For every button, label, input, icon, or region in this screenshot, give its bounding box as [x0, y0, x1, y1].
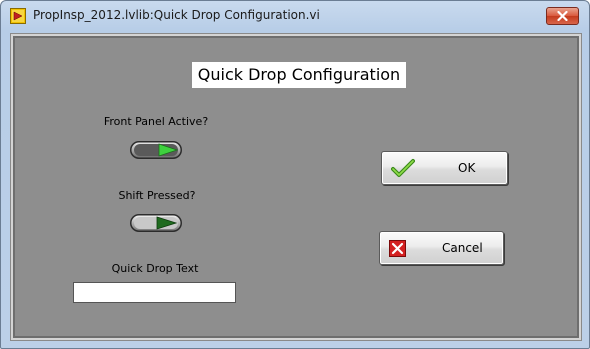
close-icon [557, 11, 568, 21]
cancel-button[interactable]: Cancel [379, 231, 504, 265]
app-window: PropInsp_2012.lvlib:Quick Drop Configura… [0, 0, 590, 349]
title-bar[interactable]: PropInsp_2012.lvlib:Quick Drop Configura… [1, 1, 589, 31]
red-x-icon [389, 240, 406, 257]
panel-heading: Quick Drop Configuration [192, 62, 406, 88]
shift-pressed-label: Shift Pressed? [118, 189, 196, 202]
ok-button-label: OK [458, 161, 476, 175]
checkmark-icon [391, 159, 415, 177]
window-client-area: Quick Drop Configuration Front Panel Act… [10, 33, 582, 341]
front-panel-active-label: Front Panel Active? [103, 115, 209, 128]
shift-pressed-led[interactable] [129, 212, 183, 234]
window-title: PropInsp_2012.lvlib:Quick Drop Configura… [33, 8, 320, 22]
close-button[interactable] [546, 7, 579, 25]
quick-drop-text-label: Quick Drop Text [111, 262, 199, 275]
front-panel-active-led[interactable] [129, 139, 183, 161]
front-panel: Quick Drop Configuration Front Panel Act… [13, 36, 579, 338]
quick-drop-text-input[interactable] [73, 282, 236, 303]
ok-button[interactable]: OK [381, 151, 508, 185]
labview-vi-icon [10, 8, 26, 24]
cancel-button-label: Cancel [442, 241, 483, 255]
